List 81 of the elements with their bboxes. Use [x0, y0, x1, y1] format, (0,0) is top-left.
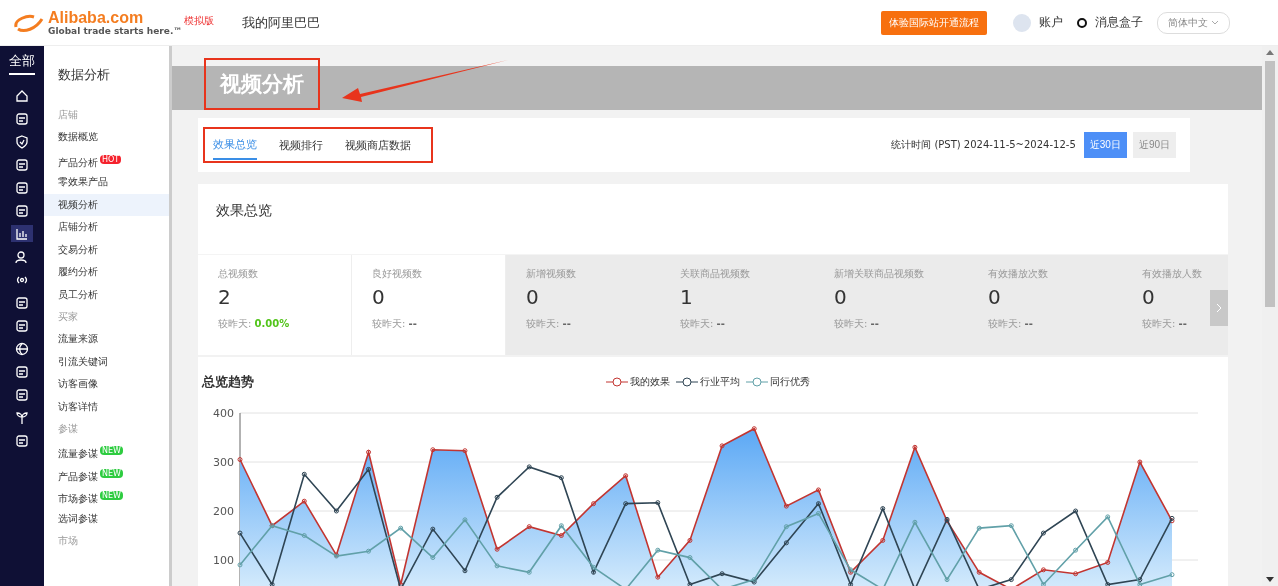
y-tick-label: 200: [213, 505, 234, 518]
chart-title: 总览趋势: [202, 373, 255, 391]
change-label: 较昨天:: [218, 318, 252, 329]
legend-label[interactable]: 同行优秀: [770, 375, 810, 389]
account-link[interactable]: 账户: [1039, 14, 1063, 31]
tag-badge: HOT: [100, 154, 122, 164]
tag-badge: NEW: [100, 468, 123, 478]
group-label: 买家: [57, 310, 79, 324]
up-arrow-icon[interactable]: [1266, 50, 1274, 55]
page-title: 视频分析: [220, 71, 304, 98]
metric-label: 关联商品视频数: [680, 267, 750, 281]
sidebar-item[interactable]: 市场参谋 $^{NEW}$: [44, 485, 169, 508]
sidebar-item[interactable]: 交易分析: [44, 238, 169, 261]
sidebar-title: 数据分析: [57, 66, 111, 84]
sidebar-item[interactable]: 引流关键词: [44, 350, 169, 373]
messages-link[interactable]: 消息盒子: [1095, 14, 1143, 31]
edition-label: 模拟版: [184, 13, 215, 28]
sidebar-item[interactable]: 零效果产品: [44, 171, 169, 194]
sidebar-item[interactable]: 流量参谋 $^{NEW}$: [44, 440, 169, 463]
down-arrow-icon[interactable]: [1266, 577, 1274, 582]
metric-value: 2: [218, 285, 231, 309]
change-value: --: [1178, 318, 1187, 329]
sidebar-item[interactable]: 访客详情: [44, 395, 169, 418]
rail-label[interactable]: 全部: [9, 52, 35, 75]
group-label: 店铺: [57, 108, 79, 122]
metric-value: 1: [680, 285, 693, 309]
nav-title[interactable]: 我的阿里巴巴: [242, 13, 320, 32]
sidebar-item[interactable]: 产品参谋 $^{NEW}$: [44, 462, 169, 485]
metric-value: 0: [372, 285, 385, 309]
change-label: 较昨天:: [680, 318, 714, 329]
metric-label: 总视频数: [218, 267, 258, 281]
group-label: 参谋: [57, 422, 79, 436]
logo-swoosh-icon: [12, 12, 46, 33]
change-label: 较昨天:: [372, 318, 406, 329]
y-tick-label: 100: [213, 554, 234, 567]
change-value: --: [408, 318, 417, 329]
metric-value: 0: [526, 285, 539, 309]
tagline: Global trade starts here.™: [48, 25, 183, 36]
sidebar-item[interactable]: 员工分析: [44, 283, 169, 306]
metric-label: 良好视频数: [372, 267, 422, 281]
ring-icon[interactable]: [1077, 17, 1087, 28]
change-value: --: [870, 318, 879, 329]
tab[interactable]: 效果总览: [213, 130, 257, 160]
change-label: 较昨天:: [988, 318, 1022, 329]
chart-icon[interactable]: [11, 225, 33, 242]
metric-value: 0: [834, 285, 847, 309]
change-label: 较昨天:: [834, 318, 868, 329]
sidebar-item[interactable]: 履约分析: [44, 261, 169, 284]
legend-label[interactable]: 我的效果: [630, 375, 670, 389]
tag-badge: NEW: [100, 491, 123, 500]
language-select[interactable]: 简体中文: [1157, 11, 1230, 34]
change-label: 较昨天:: [526, 318, 560, 329]
metric-label: 新增关联商品视频数: [834, 267, 924, 281]
y-tick-label: 300: [213, 456, 234, 469]
chevron-right-icon: [1216, 303, 1222, 313]
sidebar-item[interactable]: 流量来源: [44, 328, 169, 351]
change-value: 0.00%: [254, 318, 290, 329]
period-label: 统计时间 (PST) 2024-11-5~2024-12-5: [891, 138, 1076, 152]
sidebar-item[interactable]: 选词参谋: [44, 507, 169, 530]
sidebar-item[interactable]: 访客画像: [44, 373, 169, 396]
metric-label: 新增视频数: [526, 267, 576, 281]
change-value: --: [562, 318, 571, 329]
group-label: 市场: [57, 534, 79, 548]
tag-badge: NEW: [100, 446, 123, 455]
scrollbar[interactable]: [1262, 46, 1278, 586]
legend-label[interactable]: 行业平均: [700, 375, 740, 389]
sidebar-item[interactable]: 店铺分析: [44, 216, 169, 239]
metric-label: 有效播放人数: [1142, 267, 1202, 281]
change-value: --: [1024, 318, 1033, 329]
caret-icon: [1211, 20, 1219, 25]
y-tick-label: 400: [213, 407, 234, 420]
metric-label: 有效播放次数: [988, 267, 1048, 281]
metric-value: 0: [1142, 285, 1155, 309]
tab[interactable]: 视频排行: [279, 131, 323, 159]
sidebar-item[interactable]: 产品分析 $^{HOT}$: [44, 148, 169, 171]
sidebar-item[interactable]: 数据概览: [44, 126, 169, 149]
change-value: --: [716, 318, 725, 329]
change-label: 较昨天:: [1142, 318, 1176, 329]
tab[interactable]: 视频商店数据: [345, 131, 411, 159]
metric-value: 0: [988, 285, 1001, 309]
sidebar-item[interactable]: 视频分析: [44, 193, 169, 216]
